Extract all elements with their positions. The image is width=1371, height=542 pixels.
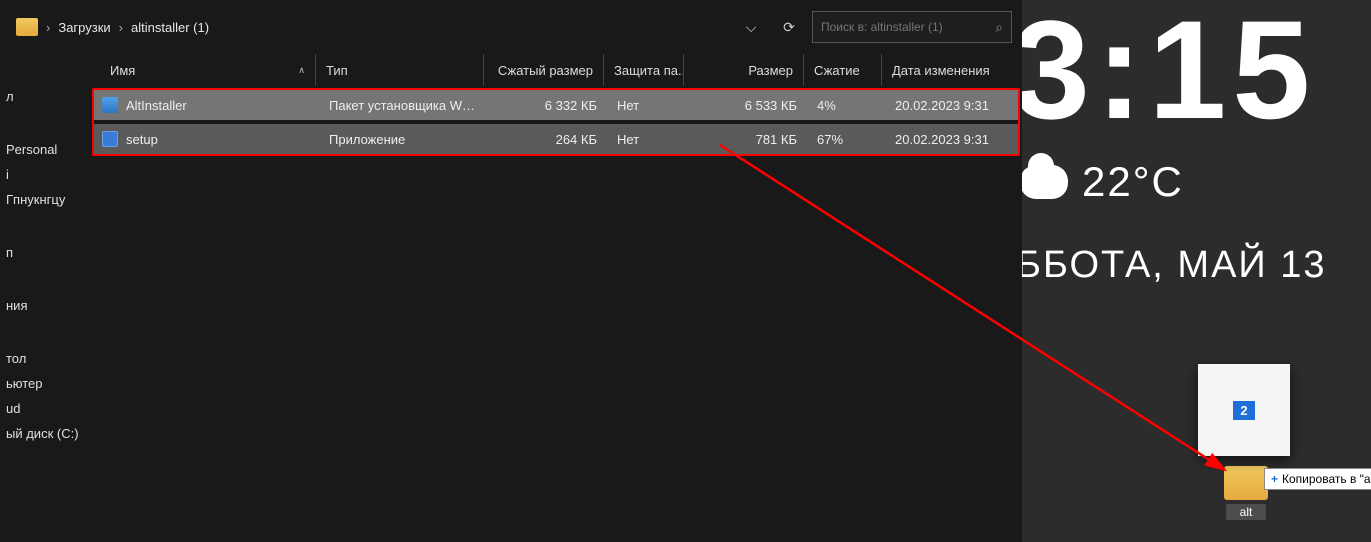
breadcrumb[interactable]: › Загрузки › altinstaller (1)	[46, 20, 209, 35]
file-protected: Нет	[607, 98, 687, 113]
table-row[interactable]: AltInstaller Пакет установщика Win... 6 …	[94, 90, 1018, 120]
file-size: 781 КБ	[687, 132, 807, 147]
copy-tooltip: + Копировать в "alt	[1264, 468, 1371, 490]
col-size[interactable]: Размер	[683, 54, 803, 86]
search-icon: ⌕	[995, 19, 1003, 36]
sidebar-item[interactable]: ьютер	[4, 371, 90, 396]
file-name: setup	[126, 132, 158, 147]
history-dropdown-button[interactable]: ⌵	[736, 12, 766, 42]
folder-label: alt	[1226, 504, 1267, 520]
sort-indicator-icon: ∧	[298, 65, 305, 76]
search-box[interactable]: ⌕	[812, 11, 1012, 43]
sidebar-item[interactable]: л	[4, 84, 90, 109]
temperature: 22°C	[1082, 158, 1184, 206]
col-label: Имя	[110, 63, 135, 78]
desktop-widget: 3:15 22°C ББОТА, МАЙ 13	[1022, 0, 1371, 287]
plus-icon: +	[1271, 472, 1278, 486]
sidebar-item[interactable]: тол	[4, 346, 90, 371]
date-line: ББОТА, МАЙ 13	[1022, 244, 1371, 287]
file-ratio: 4%	[807, 98, 885, 113]
sidebar: л Personal і Гпнукнгцу п ния тол ьютер u…	[0, 54, 90, 542]
breadcrumb-current[interactable]: altinstaller (1)	[131, 20, 209, 35]
col-name[interactable]: Имя ∧	[90, 54, 315, 86]
chevron-right-icon: ›	[46, 20, 50, 35]
file-compressed: 6 332 КБ	[487, 98, 607, 113]
address-bar: › Загрузки › altinstaller (1) ⌵ ⟳ ⌕	[0, 0, 1022, 54]
copy-tooltip-text: Копировать в "alt	[1282, 472, 1371, 486]
file-name: AltInstaller	[126, 98, 187, 113]
col-protected[interactable]: Защита па...	[603, 54, 683, 86]
chevron-right-icon: ›	[119, 20, 123, 35]
file-ratio: 67%	[807, 132, 885, 147]
file-size: 6 533 КБ	[687, 98, 807, 113]
clock: 3:15	[1022, 0, 1371, 140]
sidebar-item[interactable]: п	[4, 240, 90, 265]
file-list: Имя ∧ Тип Сжатый размер Защита па... Раз…	[90, 54, 1022, 542]
file-date: 20.02.2023 9:31	[885, 132, 1005, 147]
cloud-icon	[1022, 165, 1068, 199]
file-compressed: 264 КБ	[487, 132, 607, 147]
sidebar-item[interactable]: і	[4, 162, 90, 187]
col-compressed[interactable]: Сжатый размер	[483, 54, 603, 86]
sidebar-item[interactable]: Гпнукнгцу	[4, 187, 90, 212]
folder-icon	[1224, 466, 1268, 500]
file-type: Приложение	[319, 132, 487, 147]
refresh-button[interactable]: ⟳	[774, 12, 804, 42]
installer-icon	[102, 97, 118, 113]
sidebar-item[interactable]: ый диск (C:)	[4, 421, 90, 446]
folder-icon	[16, 18, 38, 36]
file-date: 20.02.2023 9:31	[885, 98, 1005, 113]
desktop: 3:15 22°C ББОТА, МАЙ 13	[1022, 0, 1371, 542]
sidebar-item[interactable]: ния	[4, 293, 90, 318]
search-input[interactable]	[821, 20, 987, 34]
col-ratio[interactable]: Сжатие	[803, 54, 881, 86]
column-headers: Имя ∧ Тип Сжатый размер Защита па... Раз…	[90, 54, 1022, 86]
sidebar-item[interactable]: ud	[4, 396, 90, 421]
col-date[interactable]: Дата изменения	[881, 54, 1001, 86]
col-type[interactable]: Тип	[315, 54, 483, 86]
file-type: Пакет установщика Win...	[319, 98, 487, 113]
file-explorer: › Загрузки › altinstaller (1) ⌵ ⟳ ⌕ л Pe…	[0, 0, 1022, 542]
table-row[interactable]: setup Приложение 264 КБ Нет 781 КБ 67% 2…	[94, 124, 1018, 154]
file-protected: Нет	[607, 132, 687, 147]
sidebar-item[interactable]: Personal	[4, 137, 90, 162]
weather: 22°C	[1022, 158, 1371, 206]
drag-count-badge: 2	[1233, 401, 1254, 420]
breadcrumb-parent[interactable]: Загрузки	[58, 20, 110, 35]
drag-ghost: 2	[1198, 364, 1290, 456]
application-icon	[102, 131, 118, 147]
highlighted-rows: AltInstaller Пакет установщика Win... 6 …	[92, 88, 1020, 156]
